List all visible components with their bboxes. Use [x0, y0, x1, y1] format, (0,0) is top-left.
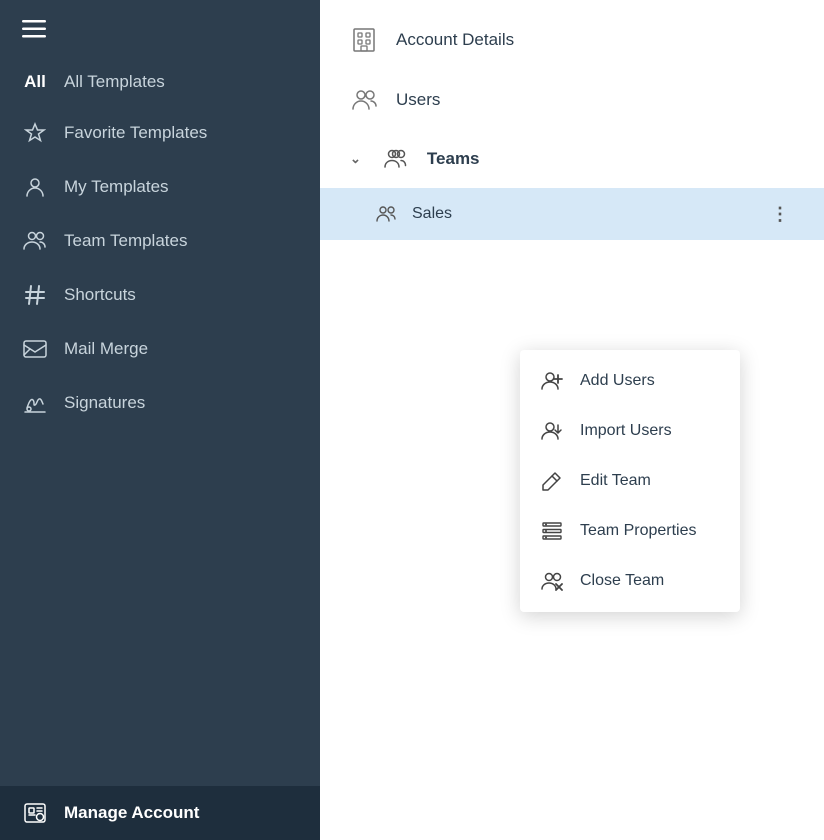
account-details-label: Account Details	[396, 30, 514, 50]
close-team-icon	[540, 569, 564, 593]
sidebar-item-signatures[interactable]: Signatures	[0, 376, 320, 430]
chevron-down-icon: ⌄	[350, 151, 361, 167]
main-content: Account Details Users ⌄	[320, 0, 824, 840]
three-dot-menu[interactable]: ⋮	[766, 200, 794, 228]
import-users-icon	[540, 419, 564, 443]
mail-icon	[22, 336, 48, 362]
context-menu-team-properties[interactable]: Team Properties	[520, 506, 740, 556]
sidebar: All All Templates Favorite Templates My …	[0, 0, 320, 840]
sidebar-item-label: Manage Account	[64, 803, 199, 823]
sidebar-item-favorite-templates[interactable]: Favorite Templates	[0, 106, 320, 160]
sidebar-item-manage-account[interactable]: Manage Account	[0, 786, 320, 840]
sidebar-item-all-templates[interactable]: All All Templates	[0, 58, 320, 106]
context-menu: Add Users Import Users	[520, 350, 740, 612]
sales-team-icon	[376, 203, 398, 225]
context-menu-edit-team[interactable]: Edit Team	[520, 456, 740, 506]
team-icon	[22, 228, 48, 254]
teams-sub-item-sales[interactable]: Sales ⋮	[320, 188, 824, 240]
sales-label: Sales	[412, 205, 452, 223]
team-properties-label: Team Properties	[580, 522, 697, 540]
signature-icon	[22, 390, 48, 416]
sidebar-item-label: Mail Merge	[64, 339, 148, 359]
list-icon	[540, 519, 564, 543]
sidebar-item-team-templates[interactable]: Team Templates	[0, 214, 320, 268]
person-icon	[22, 174, 48, 200]
hamburger-menu[interactable]	[0, 0, 320, 58]
account-details-item[interactable]: Account Details	[320, 10, 824, 70]
star-icon	[22, 120, 48, 146]
teams-label: Teams	[427, 149, 480, 169]
sidebar-item-label: Shortcuts	[64, 285, 136, 305]
sidebar-item-label: Team Templates	[64, 231, 187, 251]
sidebar-item-label: Favorite Templates	[64, 123, 207, 143]
close-team-label: Close Team	[580, 572, 664, 590]
building-icon	[350, 26, 378, 54]
sidebar-item-my-templates[interactable]: My Templates	[0, 160, 320, 214]
sidebar-item-label: Signatures	[64, 393, 145, 413]
users-item[interactable]: Users	[320, 70, 824, 130]
pencil-icon	[540, 469, 564, 493]
context-menu-close-team[interactable]: Close Team	[520, 556, 740, 606]
add-users-label: Add Users	[580, 372, 655, 390]
import-users-label: Import Users	[580, 422, 672, 440]
sidebar-item-label: All Templates	[64, 72, 165, 92]
users-icon	[350, 86, 378, 114]
teams-section: ⌄ Teams	[320, 130, 824, 240]
hash-icon	[22, 282, 48, 308]
manage-account-icon	[22, 800, 48, 826]
context-menu-import-users[interactable]: Import Users	[520, 406, 740, 456]
sidebar-nav: All All Templates Favorite Templates My …	[0, 58, 320, 840]
teams-icon	[383, 146, 409, 172]
context-menu-add-users[interactable]: Add Users	[520, 356, 740, 406]
edit-team-label: Edit Team	[580, 472, 651, 490]
sidebar-item-mail-merge[interactable]: Mail Merge	[0, 322, 320, 376]
account-panel: Account Details Users ⌄	[320, 0, 824, 840]
sidebar-item-shortcuts[interactable]: Shortcuts	[0, 268, 320, 322]
sidebar-item-label: My Templates	[64, 177, 169, 197]
add-users-icon	[540, 369, 564, 393]
teams-header[interactable]: ⌄ Teams	[320, 130, 824, 188]
all-label: All	[22, 72, 48, 92]
users-label: Users	[396, 90, 440, 110]
